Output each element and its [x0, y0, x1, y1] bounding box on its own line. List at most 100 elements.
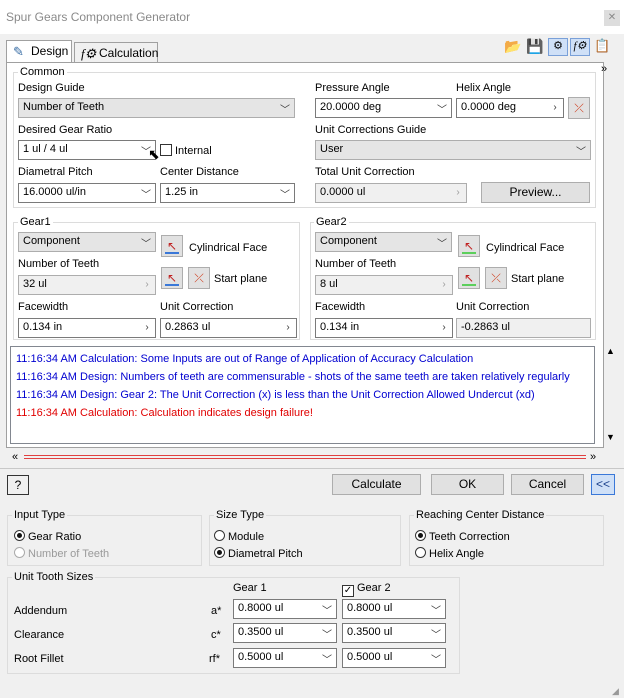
gear2-start-plane-button[interactable]: ↖: [458, 267, 480, 289]
gear2-type-select[interactable]: Component ﹀: [315, 232, 452, 252]
chevron-right-icon[interactable]: ›: [548, 100, 562, 116]
gear1-cylindrical-face-button[interactable]: ↖: [161, 235, 183, 257]
log-line: 11:16:34 AM Design: Gear 2: The Unit Cor…: [16, 389, 535, 401]
helix-toggle-button[interactable]: ⤫: [568, 97, 590, 119]
internal-checkbox[interactable]: Internal: [160, 144, 212, 157]
gear1-teeth-label: Number of Teeth: [18, 258, 100, 270]
gear2-flip-button[interactable]: ⤫: [485, 267, 507, 289]
gear2-cylindrical-face-button[interactable]: ↖: [458, 235, 480, 257]
gear2-unit-correction-label: Unit Correction: [456, 301, 530, 313]
chevron-down-icon: ﹀: [431, 630, 441, 641]
addendum-gear1-select[interactable]: 0.8000 ul ﹀: [233, 599, 337, 619]
gear2-type-value: Component: [320, 235, 377, 247]
calculate-button[interactable]: Calculate: [332, 474, 421, 495]
diametral-pitch-radio[interactable]: Diametral Pitch: [214, 547, 303, 560]
resize-grip-icon[interactable]: ◢: [612, 686, 619, 697]
design-tab-icon: ✎: [13, 44, 24, 59]
addendum-gear1-value: 0.8000 ul: [238, 602, 284, 614]
pressure-angle-select[interactable]: 20.0000 deg ﹀: [315, 98, 452, 118]
tab-design-label: Design: [31, 44, 69, 58]
gear1-color-line: [165, 252, 179, 254]
gear1-start-plane-button[interactable]: ↖: [161, 267, 183, 289]
tab-design[interactable]: ✎ Design: [6, 40, 72, 63]
chevron-right-icon: ›: [442, 279, 446, 290]
ok-button[interactable]: OK: [431, 474, 504, 495]
help-button[interactable]: ?: [7, 475, 29, 495]
pitch-label: Diametral Pitch: [18, 166, 93, 178]
gear1-facewidth-label: Facewidth: [18, 301, 69, 313]
options-icon[interactable]: ⚙: [548, 38, 568, 56]
results-icon[interactable]: 📋: [594, 38, 610, 56]
scroll-down-icon[interactable]: ▼: [606, 432, 615, 442]
design-guide-select[interactable]: Number of Teeth ﹀: [18, 98, 295, 118]
ratio-select[interactable]: 1 ul / 4 ul ﹀: [18, 140, 156, 160]
radio-empty: [14, 547, 25, 558]
chevron-right-icon[interactable]: ›: [281, 320, 295, 336]
addendum-gear2-select[interactable]: 0.8000 ul ﹀: [342, 599, 446, 619]
chevron-down-icon: ﹀: [322, 655, 332, 666]
expand-right-icon[interactable]: »: [601, 63, 607, 75]
collapse-options-button[interactable]: <<: [591, 474, 615, 495]
checkmark-icon: ✓: [342, 585, 354, 597]
help-icon: ?: [14, 478, 22, 492]
unit-corrections-guide-select[interactable]: User ﹀: [315, 140, 591, 160]
helix-angle-radio-label: Helix Angle: [429, 548, 485, 560]
clearance-gear2-select[interactable]: 0.3500 ul ﹀: [342, 623, 446, 643]
gear1-flip-button[interactable]: ⤫: [188, 267, 210, 289]
splitter[interactable]: [24, 455, 586, 459]
gear2-facewidth-field[interactable]: 0.134 in ›: [315, 318, 453, 338]
pressure-angle-value: 20.0000 deg: [320, 101, 382, 113]
radio-selected: [214, 547, 225, 558]
chevron-right-icon[interactable]: ›: [140, 320, 154, 336]
radio-selected: [415, 530, 426, 541]
chevron-down-icon: ﹀: [431, 606, 441, 617]
preview-button[interactable]: Preview...: [481, 182, 590, 203]
log-line-error: 11:16:34 AM Calculation: Calculation ind…: [16, 407, 313, 419]
gear2-start-plane-label: Start plane: [511, 273, 565, 285]
gear1-unit-correction-field[interactable]: 0.2863 ul ›: [160, 318, 297, 338]
save-icon[interactable]: 💾: [526, 38, 544, 56]
helix-angle-value: 0.0000 deg: [461, 101, 517, 113]
clearance-gear1-select[interactable]: 0.3500 ul ﹀: [233, 623, 337, 643]
helix-icon: ⤫: [574, 101, 584, 115]
module-radio[interactable]: Module: [214, 530, 264, 543]
message-log[interactable]: 11:16:34 AM Calculation: Some Inputs are…: [10, 346, 595, 444]
center-distance-label: Center Distance: [160, 166, 239, 178]
calculation-options-icon[interactable]: f⚙: [570, 38, 590, 56]
tab-calculation[interactable]: f⚙ Calculation: [74, 42, 158, 63]
reaching-legend: Reaching Center Distance: [414, 509, 547, 521]
gear-ratio-radio[interactable]: Gear Ratio: [14, 530, 81, 543]
size-type-legend: Size Type: [214, 509, 267, 521]
open-folder-icon[interactable]: 📂: [504, 38, 522, 56]
cancel-button[interactable]: Cancel: [511, 474, 584, 495]
center-distance-select[interactable]: 1.25 in ﹀: [160, 183, 295, 203]
gear1-color-line: [165, 284, 179, 286]
gear1-facewidth-field[interactable]: 0.134 in ›: [18, 318, 156, 338]
chevron-right-icon: ›: [456, 187, 460, 198]
common-legend: Common: [18, 66, 67, 78]
number-of-teeth-radio: Number of Teeth: [14, 547, 109, 560]
scroll-up-icon[interactable]: ▲: [606, 346, 615, 356]
root-fillet-gear1-select[interactable]: 0.5000 ul ﹀: [233, 648, 337, 668]
close-button[interactable]: ✕: [604, 10, 620, 26]
chevron-right-icon[interactable]: ›: [437, 320, 451, 336]
gear1-type-select[interactable]: Component ﹀: [18, 232, 156, 252]
window-title: Spur Gears Component Generator: [6, 10, 191, 24]
chevron-down-icon: ﹀: [437, 105, 447, 116]
expand-down-icon[interactable]: »: [590, 451, 596, 463]
helix-angle-radio[interactable]: Helix Angle: [415, 547, 484, 560]
chevron-down-icon: ﹀: [280, 105, 290, 116]
gear1-unit-correction-label: Unit Correction: [160, 301, 234, 313]
clearance-symbol: c*: [211, 629, 221, 641]
gear2-column-checkbox[interactable]: ✓ Gear 2: [342, 582, 391, 597]
gear2-unit-correction-value: -0.2863 ul: [461, 321, 510, 333]
log-scrollbar[interactable]: ▲ ▼: [604, 346, 618, 444]
helix-angle-field[interactable]: 0.0000 deg ›: [456, 98, 564, 118]
pitch-select[interactable]: 16.0000 ul/in ﹀: [18, 183, 156, 203]
collapse-up-icon[interactable]: «: [12, 451, 18, 463]
pitch-value: 16.0000 ul/in: [23, 186, 86, 198]
addendum-label: Addendum: [14, 605, 68, 617]
root-fillet-gear1-value: 0.5000 ul: [238, 651, 284, 663]
root-fillet-gear2-select[interactable]: 0.5000 ul ﹀: [342, 648, 446, 668]
teeth-correction-radio[interactable]: Teeth Correction: [415, 530, 510, 543]
